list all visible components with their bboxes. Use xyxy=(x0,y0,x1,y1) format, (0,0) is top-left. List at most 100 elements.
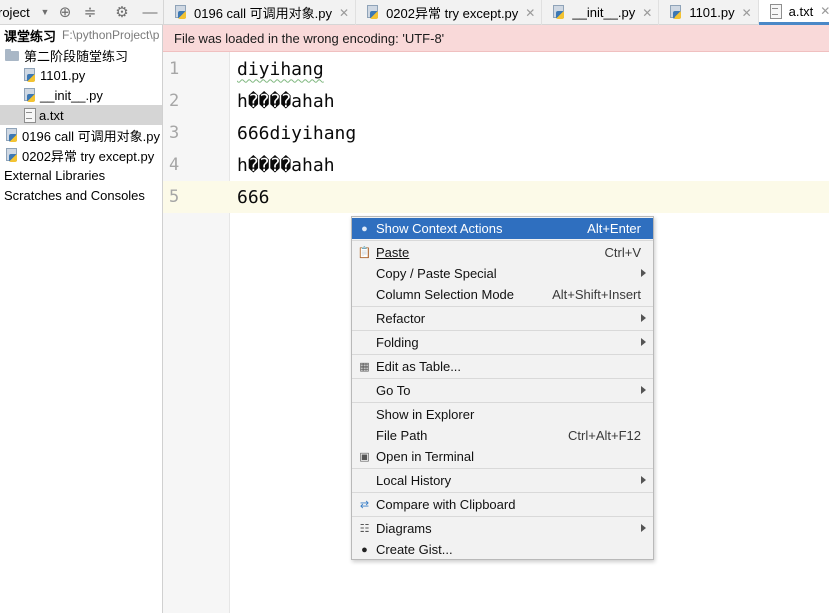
menu-item-folding[interactable]: Folding xyxy=(352,332,653,353)
menu-item-label: Refactor xyxy=(376,311,426,326)
code-line-text: 666 xyxy=(237,186,270,208)
submenu-arrow-icon xyxy=(641,476,646,484)
project-panel-header: roject ▼ ⊕ ≑ ⚙ — xyxy=(0,0,163,25)
tab-label: 0196 call 可调用对象.py xyxy=(194,6,332,21)
tree-root[interactable]: 课堂练习 F:\pythonProject\p xyxy=(0,25,162,45)
tree-root-path: F:\pythonProject\p xyxy=(62,28,160,42)
tree-item-label: a.txt xyxy=(39,107,64,123)
code-line-text: h����ahah xyxy=(237,90,335,112)
banner-message: File was loaded in the wrong encoding: '… xyxy=(174,30,445,46)
menu-item-edit-as-table[interactable]: ▦ Edit as Table... xyxy=(352,356,653,377)
menu-item-file-path[interactable]: File Path Ctrl+Alt+F12 xyxy=(352,425,653,446)
collapse-all-icon[interactable]: ≑ xyxy=(81,3,99,21)
python-file-icon xyxy=(366,5,380,20)
tree-item-label: __init__.py xyxy=(40,87,103,103)
tree-item-init[interactable]: __init__.py xyxy=(0,85,162,105)
tree-folder[interactable]: 第二阶段随堂练习 xyxy=(0,45,162,65)
tree-item-1101[interactable]: 1101.py xyxy=(0,65,162,85)
menu-item-label: Show in Explorer xyxy=(376,407,475,422)
tab-label: a.txt xyxy=(788,3,814,19)
lightbulb-icon: ● xyxy=(361,222,368,235)
chevron-down-icon[interactable]: ▼ xyxy=(36,3,54,21)
code-line-text: h����ahah xyxy=(237,154,335,176)
terminal-icon: ▣ xyxy=(359,451,370,463)
menu-shortcut: Ctrl+Alt+F12 xyxy=(568,428,641,443)
menu-item-label: Folding xyxy=(376,335,419,350)
locate-target-icon[interactable]: ⊕ xyxy=(56,3,74,21)
tab-label: 0202异常 try except.py xyxy=(386,6,519,21)
menu-item-copy-paste-special[interactable]: Copy / Paste Special xyxy=(352,263,653,284)
code-line-current[interactable]: 666 xyxy=(230,181,829,213)
submenu-arrow-icon xyxy=(641,524,646,532)
menu-item-label: Copy / Paste Special xyxy=(376,266,497,281)
tab-a-txt[interactable]: a.txt ✕ xyxy=(758,0,829,25)
menu-separator xyxy=(352,492,653,493)
tree-item-0196[interactable]: 0196 call 可调用对象.py xyxy=(0,125,162,145)
menu-item-compare-with-clipboard[interactable]: ⇄ Compare with Clipboard xyxy=(352,494,653,515)
menu-item-diagrams[interactable]: ☷ Diagrams xyxy=(352,518,653,539)
context-menu: ● Show Context Actions Alt+Enter 📋 Paste… xyxy=(351,216,654,560)
tree-item-0202[interactable]: 0202异常 try except.py xyxy=(0,145,162,165)
menu-item-column-selection-mode[interactable]: Column Selection Mode Alt+Shift+Insert xyxy=(352,284,653,305)
code-line-text: diyihang xyxy=(237,58,324,80)
menu-item-go-to[interactable]: Go To xyxy=(352,380,653,401)
minimize-icon[interactable]: — xyxy=(141,3,159,21)
close-icon[interactable]: ✕ xyxy=(742,6,752,20)
table-icon: ▦ xyxy=(359,361,370,373)
line-number: 3 xyxy=(169,123,180,143)
tree-scratches[interactable]: Scratches and Consoles xyxy=(0,185,162,205)
tree-item-a-txt[interactable]: a.txt xyxy=(0,105,162,125)
menu-item-label: Create Gist... xyxy=(376,542,453,557)
menu-item-local-history[interactable]: Local History xyxy=(352,470,653,491)
menu-item-label: Show Context Actions xyxy=(376,221,503,236)
tab-1101[interactable]: 1101.py ✕ xyxy=(659,0,759,25)
close-icon[interactable]: ✕ xyxy=(642,6,652,20)
python-file-icon xyxy=(5,128,18,142)
close-icon[interactable]: ✕ xyxy=(525,6,535,20)
code-line[interactable]: h����ahah xyxy=(230,149,829,181)
github-icon: ● xyxy=(361,543,368,556)
tab-0196-call[interactable]: 0196 call 可调用对象.py ✕ xyxy=(164,0,357,25)
menu-separator xyxy=(352,378,653,379)
tree-item-label: Scratches and Consoles xyxy=(4,187,145,203)
menu-item-label: Open in Terminal xyxy=(376,449,475,464)
editor-gutter: 1 2 3 4 5 xyxy=(163,52,230,613)
tree-folder-label: 第二阶段随堂练习 xyxy=(24,48,129,64)
tab-init[interactable]: __init__.py ✕ xyxy=(542,0,660,25)
python-file-icon xyxy=(552,5,566,20)
folder-icon xyxy=(5,49,20,61)
code-line[interactable]: 666diyihang xyxy=(230,117,829,149)
text-file-icon xyxy=(23,108,36,123)
code-line[interactable]: h����ahah xyxy=(230,85,829,117)
tree-item-label: 0196 call 可调用对象.py xyxy=(22,128,160,144)
tree-item-label: External Libraries xyxy=(4,167,106,183)
menu-item-label: Local History xyxy=(376,473,452,488)
menu-item-show-context-actions[interactable]: ● Show Context Actions Alt+Enter xyxy=(352,218,653,239)
menu-item-label: Go To xyxy=(376,383,411,398)
code-line[interactable]: diyihang xyxy=(230,53,829,85)
submenu-arrow-icon xyxy=(641,338,646,346)
python-file-icon xyxy=(23,88,36,102)
tab-0202-try-except[interactable]: 0202异常 try except.py ✕ xyxy=(356,0,543,25)
compare-icon: ⇄ xyxy=(359,499,370,511)
close-icon[interactable]: ✕ xyxy=(339,6,349,20)
tree-root-label: 课堂练习 xyxy=(4,28,57,44)
menu-item-refactor[interactable]: Refactor xyxy=(352,308,653,329)
tree-item-label: 1101.py xyxy=(40,67,86,83)
tree-external-libraries[interactable]: External Libraries xyxy=(0,165,162,185)
menu-item-open-in-terminal[interactable]: ▣ Open in Terminal xyxy=(352,446,653,467)
line-number: 5 xyxy=(169,187,180,207)
menu-item-label: Paste xyxy=(376,245,410,260)
menu-item-show-in-explorer[interactable]: Show in Explorer xyxy=(352,404,653,425)
menu-item-label: File Path xyxy=(376,428,428,443)
menu-item-paste[interactable]: 📋 Paste Ctrl+V xyxy=(352,242,653,263)
gear-icon[interactable]: ⚙ xyxy=(113,3,131,21)
menu-item-label: Edit as Table... xyxy=(376,359,462,374)
line-number: 2 xyxy=(169,91,180,111)
menu-separator xyxy=(352,306,653,307)
menu-item-create-gist[interactable]: ● Create Gist... xyxy=(352,539,653,560)
project-panel-title[interactable]: roject xyxy=(0,5,30,20)
code-line-text: 666diyihang xyxy=(237,122,357,144)
menu-separator xyxy=(352,330,653,331)
close-icon[interactable]: ✕ xyxy=(820,4,829,18)
